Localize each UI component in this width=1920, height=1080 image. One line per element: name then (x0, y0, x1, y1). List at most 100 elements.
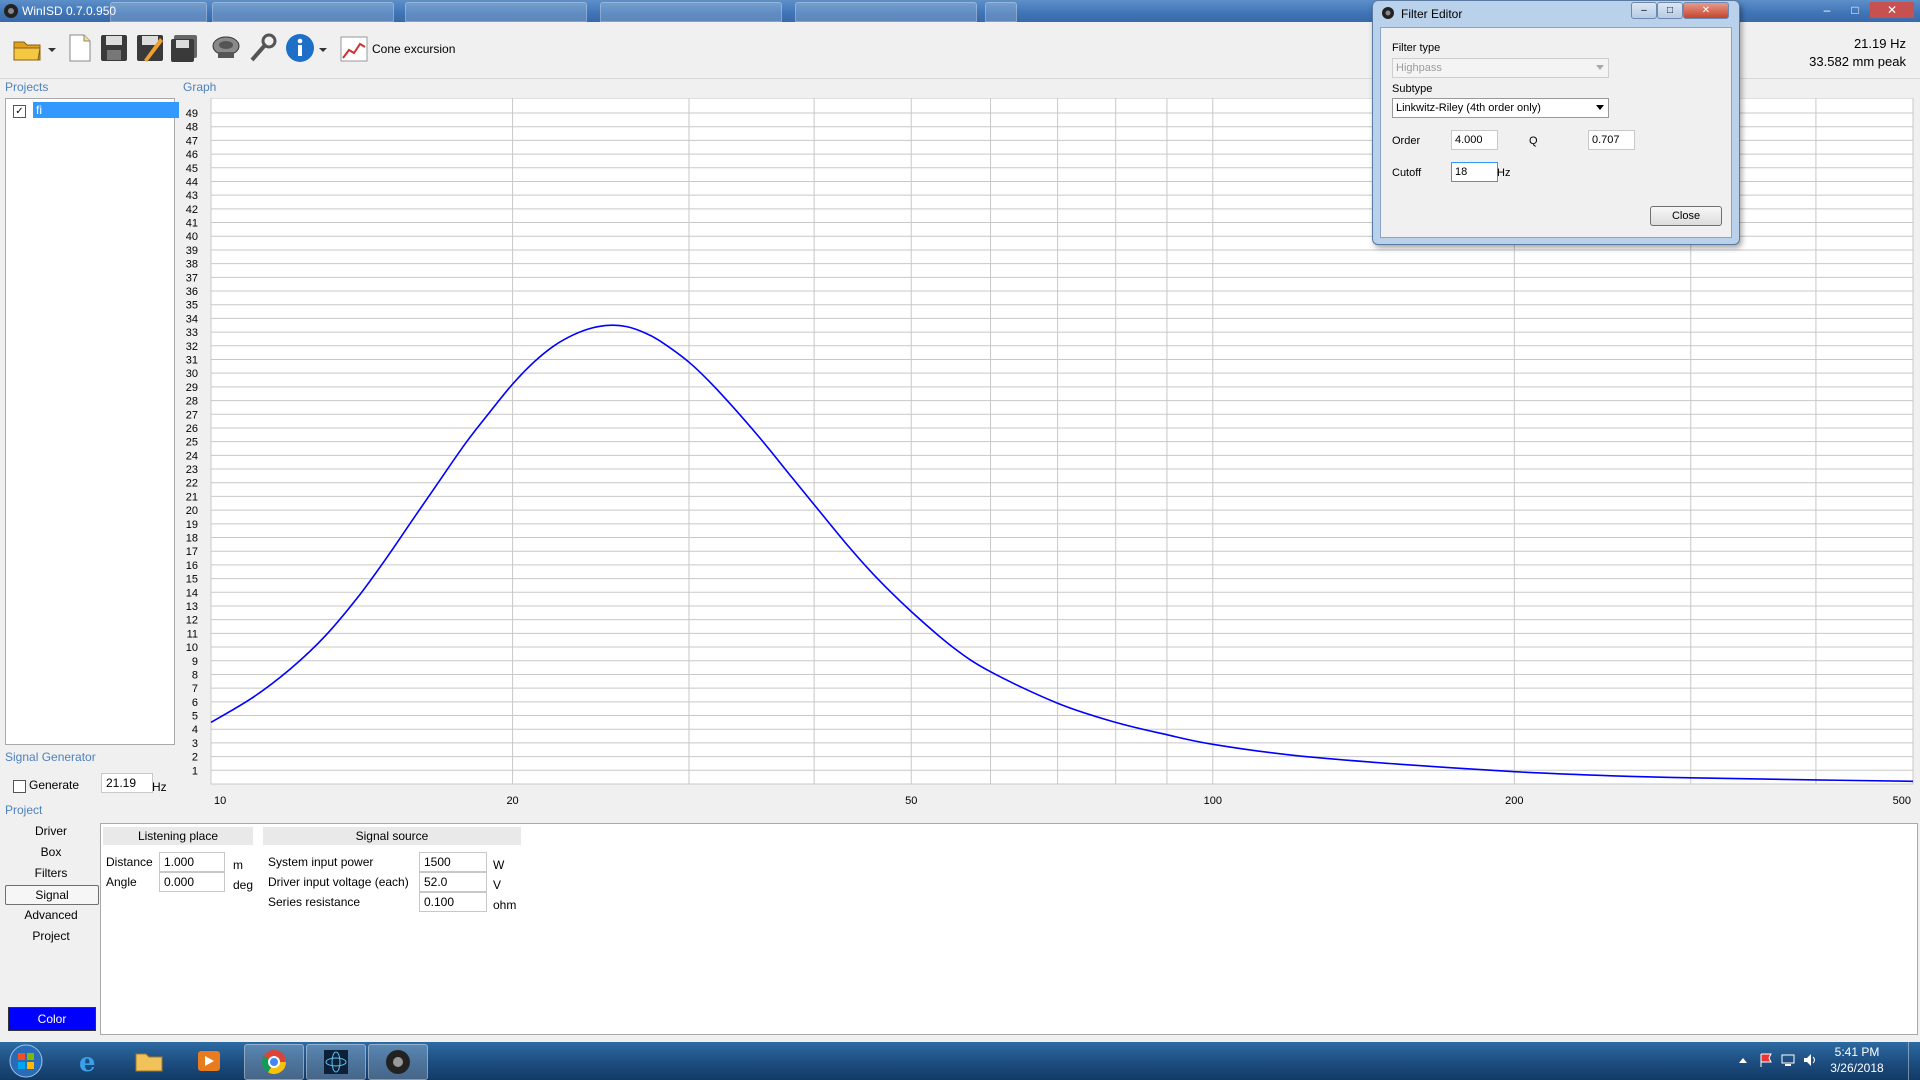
dialog-maximize-button[interactable]: □ (1657, 2, 1683, 19)
y-tick-label: 23 (186, 464, 198, 476)
open-folder-icon[interactable] (12, 32, 44, 64)
dialog-title: Filter Editor (1401, 7, 1463, 21)
y-tick-label: 3 (192, 738, 198, 750)
y-tick-label: 4 (192, 724, 198, 736)
y-tick-label: 1 (192, 765, 198, 777)
info-icon[interactable] (284, 32, 316, 64)
cone-excursion-chart-icon[interactable] (340, 36, 368, 62)
y-tick-label: 43 (186, 190, 198, 202)
taskbar-winisd[interactable] (368, 1044, 428, 1080)
chrome-icon (261, 1050, 286, 1075)
graph-type-label[interactable]: Cone excursion (372, 42, 455, 56)
app-icon (4, 4, 18, 18)
y-tick-label: 38 (186, 259, 198, 271)
atom-app-icon (324, 1050, 348, 1074)
maximize-button[interactable]: □ (1842, 2, 1868, 18)
driver-voltage-input[interactable]: 52.0 (419, 872, 487, 892)
system-power-unit: W (493, 858, 505, 872)
nav-box[interactable]: Box (5, 843, 97, 861)
color-button[interactable]: Color (8, 1007, 96, 1031)
background-tab[interactable] (405, 2, 587, 22)
y-tick-label: 2 (192, 752, 198, 764)
nav-signal[interactable]: Signal (5, 885, 99, 905)
network-icon[interactable] (1780, 1052, 1796, 1068)
new-tab-button[interactable] (985, 2, 1017, 22)
save-as-icon[interactable] (134, 32, 166, 64)
q-input[interactable]: 0.707 (1588, 130, 1635, 150)
nav-advanced[interactable]: Advanced (5, 906, 97, 924)
internet-explorer-icon: e (79, 1048, 96, 1075)
app-icon (1382, 7, 1394, 19)
listening-place-header: Listening place (103, 827, 253, 845)
y-tick-label: 5 (192, 711, 198, 723)
taskbar-internet-explorer[interactable]: e (60, 1044, 118, 1078)
wrench-icon[interactable] (246, 32, 278, 64)
y-tick-label: 22 (186, 478, 198, 490)
background-tab[interactable] (795, 2, 977, 22)
angle-input[interactable]: 0.000 (159, 872, 225, 892)
signal-panel: Listening place Distance 1.000 m Angle 0… (100, 823, 1918, 1035)
filter-editor-dialog: Filter Editor – □ ✕ Filter type Highpass… (1372, 0, 1740, 245)
dialog-close-icon[interactable]: ✕ (1683, 2, 1729, 19)
cutoff-input[interactable]: 18 (1451, 162, 1498, 182)
minimize-button[interactable]: – (1814, 2, 1840, 18)
volume-icon[interactable] (1802, 1052, 1818, 1068)
nav-filters[interactable]: Filters (5, 864, 97, 882)
subtype-label: Subtype (1392, 83, 1433, 95)
graph-section-label: Graph (183, 80, 217, 94)
project-section-label: Project (5, 803, 43, 817)
project-item[interactable]: ✓ fi (9, 102, 179, 118)
y-tick-label: 26 (186, 423, 198, 435)
taskbar-explorer[interactable] (120, 1044, 178, 1078)
media-player-icon (198, 1051, 220, 1071)
clock-time[interactable]: 5:41 PM (1822, 1045, 1892, 1059)
new-document-icon[interactable] (64, 32, 96, 64)
taskbar-app[interactable] (306, 1044, 366, 1080)
order-input[interactable]: 4.000 (1451, 130, 1498, 150)
y-tick-label: 16 (186, 560, 198, 572)
taskbar-media-player[interactable] (180, 1044, 238, 1078)
taskbar-chrome[interactable] (244, 1044, 304, 1080)
winisd-icon (386, 1050, 410, 1074)
project-name[interactable]: fi (33, 102, 179, 118)
subtype-select[interactable]: Linkwitz-Riley (4th order only) (1392, 98, 1609, 118)
y-tick-label: 47 (186, 135, 198, 147)
chevron-down-icon[interactable] (47, 46, 57, 54)
y-tick-label: 10 (186, 642, 198, 654)
start-button-icon[interactable] (6, 1043, 46, 1079)
project-checkbox[interactable]: ✓ (13, 105, 26, 118)
tray-expand-icon[interactable] (1738, 1056, 1748, 1064)
chevron-down-icon[interactable] (1596, 105, 1604, 111)
y-tick-label: 35 (186, 300, 198, 312)
nav-driver[interactable]: Driver (5, 822, 97, 840)
close-window-button[interactable]: ✕ (1870, 2, 1914, 18)
signal-generator-label: Signal Generator (5, 750, 96, 764)
distance-input[interactable]: 1.000 (159, 852, 225, 872)
driver-voltage-unit: V (493, 878, 502, 892)
generator-frequency-input[interactable]: 21.19 (101, 773, 153, 793)
cutoff-label: Cutoff (1392, 167, 1422, 179)
close-button[interactable]: Close (1650, 206, 1722, 226)
system-power-label: System input power (268, 855, 374, 869)
background-tab[interactable] (212, 2, 394, 22)
action-center-flag-icon[interactable] (1758, 1052, 1774, 1068)
nav-project[interactable]: Project (5, 927, 97, 945)
x-tick-label: 50 (905, 795, 917, 807)
series-resistance-unit: ohm (493, 898, 517, 912)
projects-section-label: Projects (5, 80, 49, 94)
dialog-minimize-button[interactable]: – (1631, 2, 1657, 19)
show-desktop-button[interactable] (1908, 1042, 1920, 1080)
clock-date[interactable]: 3/26/2018 (1822, 1061, 1892, 1075)
series-resistance-input[interactable]: 0.100 (419, 892, 487, 912)
background-tab[interactable] (110, 2, 207, 22)
y-tick-label: 27 (186, 409, 198, 421)
y-tick-label: 32 (186, 341, 198, 353)
generate-checkbox[interactable] (13, 780, 26, 793)
save-all-icon[interactable] (168, 32, 200, 64)
driver-icon[interactable] (210, 32, 242, 64)
background-tab[interactable] (600, 2, 782, 22)
system-power-input[interactable]: 1500 (419, 852, 487, 872)
chevron-down-icon[interactable] (318, 46, 328, 54)
projects-list[interactable]: ✓ fi (5, 98, 179, 745)
save-icon[interactable] (98, 32, 130, 64)
